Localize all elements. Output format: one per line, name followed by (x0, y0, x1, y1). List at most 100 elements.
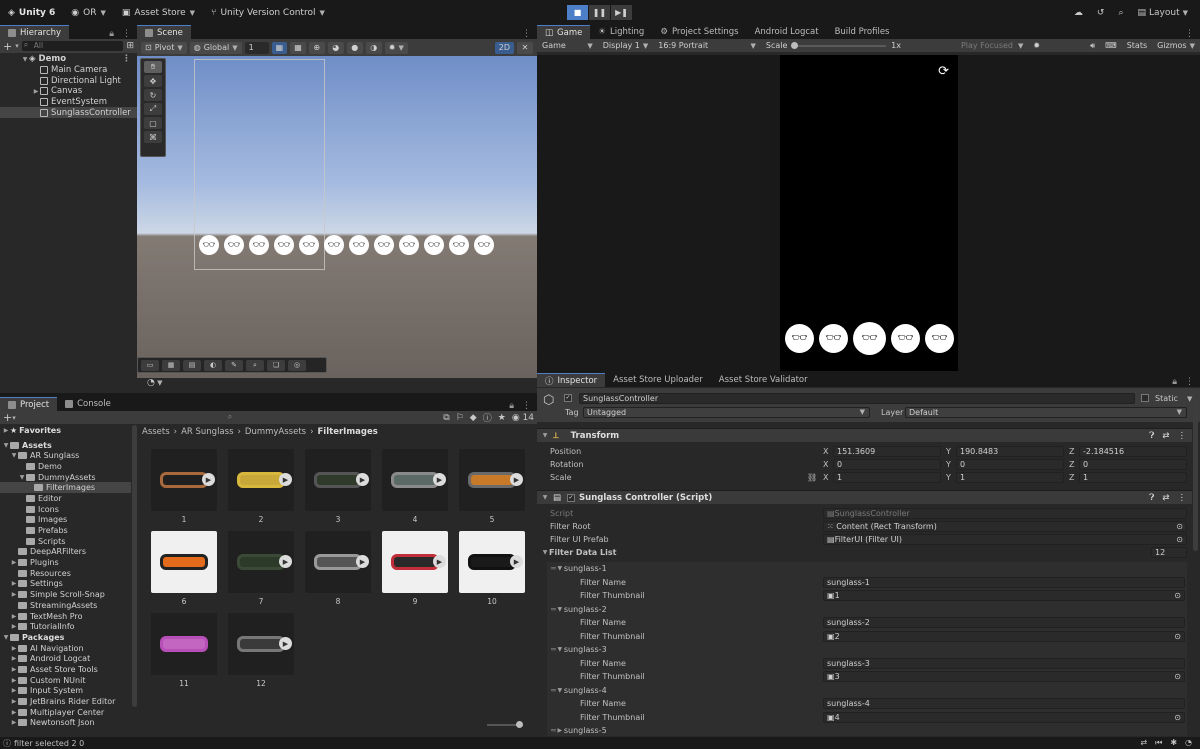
pivot-dropdown[interactable]: ⊡ Pivot ▼ (141, 41, 187, 54)
grid-size-field[interactable]: 1 (244, 41, 269, 54)
layer-dropdown[interactable]: Default ▼ (905, 407, 1187, 418)
transform-header[interactable]: ▼ ⟂ Transform ❓︎ ⇄ ⋮ (537, 428, 1192, 442)
project-folder-item[interactable]: ▼ AR Sunglass (0, 450, 131, 461)
project-folder-item[interactable]: ▶ Simple Scroll-Snap (0, 589, 131, 600)
package-item[interactable]: ▶ Input System (0, 686, 131, 697)
lock-icon[interactable]: 🔒︎ (1170, 377, 1179, 387)
global-dropdown[interactable]: ◍ Global ▼ (189, 41, 242, 54)
info-icon[interactable]: ⓘ (483, 411, 492, 424)
expand-arrow-icon[interactable]: ▶ (10, 709, 18, 716)
kebab-menu-icon[interactable]: ⋮ (516, 401, 537, 411)
position-y-field[interactable]: 190.8483 (956, 446, 1064, 457)
expand-arrow-icon[interactable]: ▼ (541, 494, 549, 501)
add-icon[interactable]: + (3, 411, 12, 424)
play-icon[interactable]: ▶ (356, 555, 369, 568)
kebab-menu-icon[interactable]: ⋮ (116, 54, 137, 64)
grid-tool-button[interactable]: ▦ (162, 359, 180, 371)
filter-name-field[interactable]: sunglass-4 (823, 698, 1185, 709)
sunglass-thumb[interactable]: 👓︎ (891, 324, 920, 353)
keyboard-button[interactable]: ⌨ (1100, 41, 1122, 50)
aspect-dropdown[interactable]: 16:9 Portrait ▼ (653, 41, 761, 50)
rotation-z-field[interactable]: 0 (1079, 459, 1187, 470)
script-component-header[interactable]: ▼ ▤ ✓ Sunglass Controller (Script) ❓︎ ⇄ ⋮ (537, 490, 1192, 504)
play-icon[interactable]: ▶ (279, 637, 292, 650)
orbit-tool-button[interactable]: ◐ (204, 359, 222, 371)
zoom-tool-button[interactable]: ⌕ (246, 359, 264, 371)
project-folder-item[interactable]: Resources (0, 568, 131, 579)
add-icon[interactable]: + (3, 40, 12, 53)
expand-arrow-icon[interactable]: ▶ (10, 591, 18, 598)
play-icon[interactable]: ▶ (356, 473, 369, 486)
tab-android-logcat[interactable]: Android Logcat (747, 25, 827, 39)
sunglass-thumb[interactable]: 👓︎ (199, 235, 219, 255)
packages-root[interactable]: ▼ Packages (0, 632, 131, 643)
camera-dropdown[interactable]: ◔ ▼ (147, 378, 162, 388)
project-folder-item[interactable]: FilterImages (0, 482, 131, 494)
play-icon[interactable]: ▶ (510, 555, 523, 568)
kebab-menu-icon[interactable]: ⋮ (1178, 493, 1187, 503)
sunglass-thumb[interactable]: 👓︎ (925, 324, 954, 353)
tag-dropdown[interactable]: Untagged ▼ (583, 407, 870, 418)
object-picker-icon[interactable]: ⊙ (1174, 672, 1181, 681)
package-item[interactable]: ▶ JetBrains Rider Editor (0, 696, 131, 707)
sunglass-thumb[interactable]: 👓︎ (785, 324, 814, 353)
object-picker-icon[interactable]: ⊙ (1174, 632, 1181, 641)
sunglass-thumb[interactable]: 👓︎ (374, 235, 394, 255)
expand-arrow-icon[interactable]: ▼ (10, 452, 18, 459)
expand-arrow-icon[interactable]: ▶ (10, 623, 18, 630)
favorites-item[interactable]: ▶ ★ Favorites (0, 425, 131, 436)
expand-arrow-icon[interactable]: ▼ (556, 606, 564, 613)
package-item[interactable]: ▶ Asset Store Tools (0, 664, 131, 675)
chevron-down-icon[interactable]: ▾ (12, 414, 16, 422)
project-search-input[interactable] (225, 412, 416, 423)
hierarchy-search-input[interactable]: All (21, 40, 124, 51)
play-icon[interactable]: ▶ (510, 473, 523, 486)
filter-list-size-field[interactable]: 12 (1151, 547, 1187, 558)
scene-root[interactable]: ▼ ◈ Demo ⋮ (0, 54, 137, 65)
expand-arrow-icon[interactable]: ▶ (10, 580, 18, 587)
asset-item[interactable]: ▶ 5 (459, 449, 525, 524)
move-tool-button[interactable]: ✥ (144, 75, 162, 87)
filter-element-header[interactable]: ═ ▼ sunglass-1 (547, 562, 1187, 576)
tab-project[interactable]: Project (0, 397, 58, 411)
sunglass-thumb[interactable]: 👓︎ (349, 235, 369, 255)
game-viewport[interactable]: ⟳ 👓︎ 👓︎ 👓︎ 👓︎ 👓︎ (537, 55, 1200, 371)
scene-gizmo-button[interactable]: ⊕ (308, 41, 325, 54)
account-dropdown[interactable]: ◉ OR ▼ (63, 0, 114, 25)
sunglass-thumb[interactable]: 👓︎ (399, 235, 419, 255)
expand-arrow-icon[interactable]: ▶ (10, 666, 18, 673)
game-mode-dropdown[interactable]: Game ▼ (537, 41, 598, 50)
sunglass-thumb[interactable]: 👓︎ (474, 235, 494, 255)
asset-item[interactable]: ▶ 4 (382, 449, 448, 524)
tab-hierarchy[interactable]: Hierarchy (0, 25, 70, 39)
project-folder-item[interactable]: Scripts (0, 536, 131, 547)
layout-dropdown[interactable]: ▤ Layout ▼ (1137, 8, 1188, 18)
hidden-count[interactable]: ◉ 14 (512, 413, 534, 423)
filter-icon[interactable]: ⊞ (126, 41, 134, 51)
expand-arrow-icon[interactable]: ▶ (556, 727, 564, 734)
project-folder-item[interactable]: ▶ Settings (0, 579, 131, 590)
network-icon[interactable]: ⇄ (1140, 738, 1147, 748)
sunglass-thumb[interactable]: 👓︎ (819, 324, 848, 353)
expand-arrow-icon[interactable]: ▶ (10, 698, 18, 705)
expand-arrow-icon[interactable]: ▼ (556, 565, 564, 572)
asset-item[interactable]: ▶ 8 (305, 531, 371, 606)
asset-item[interactable]: ▶ 12 (228, 613, 294, 688)
project-folder-item[interactable]: ▶ Plugins (0, 557, 131, 568)
scale-x-field[interactable]: 1 (833, 472, 941, 483)
scale-y-field[interactable]: 1 (956, 472, 1064, 483)
play-icon[interactable]: ▶ (279, 473, 292, 486)
kebab-menu-icon[interactable]: ⋮ (516, 29, 537, 39)
hierarchy-item[interactable]: EventSystem (0, 97, 137, 108)
filter-name-field[interactable]: sunglass-2 (823, 617, 1185, 628)
play-icon[interactable]: ▶ (279, 555, 292, 568)
object-name-field[interactable]: SunglassController (579, 393, 1135, 404)
expand-arrow-icon[interactable]: ▼ (556, 687, 564, 694)
assets-root[interactable]: ▼ Assets (0, 440, 131, 451)
mode-2d-button[interactable]: 2D (494, 41, 514, 54)
project-folder-item[interactable]: Icons (0, 504, 131, 515)
tab-project-settings[interactable]: ⚙ Project Settings (652, 25, 746, 39)
scene-viewport[interactable]: ✋︎ ✥ ↻ ⤢ ▢ ⌘ 👓︎ 👓︎ 👓︎ 👓︎ 👓︎ 👓︎ 👓︎ 👓︎ 👓︎ … (137, 56, 537, 378)
step-button[interactable]: ▶❚ (611, 5, 632, 20)
sunglass-thumb[interactable]: 👓︎ (249, 235, 269, 255)
